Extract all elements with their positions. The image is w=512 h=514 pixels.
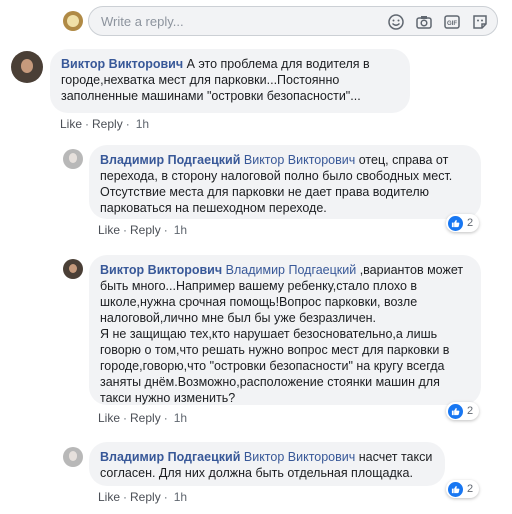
comment-bubble: Владимир Подгаецкий Виктор Викторович от… [89, 145, 481, 219]
thumbs-up-icon [448, 403, 463, 419]
comment-author[interactable]: Владимир Подгаецкий [100, 450, 240, 464]
avatar[interactable] [63, 259, 83, 279]
reply-link[interactable]: Reply [92, 117, 123, 131]
like-link[interactable]: Like [60, 117, 82, 131]
timestamp[interactable]: 1h [174, 490, 187, 504]
reply-link[interactable]: Reply [130, 490, 161, 504]
mention-link[interactable]: Виктор Викторович [244, 153, 355, 167]
comment-actions: Like · Reply · 1h [60, 117, 150, 131]
timestamp[interactable]: 1h [174, 411, 187, 425]
comment-actions: Like · Reply · 1h [98, 223, 188, 237]
like-link[interactable]: Like [98, 411, 120, 425]
reaction-number: 2 [467, 405, 474, 417]
mention-link[interactable]: Владимир Подгаецкий [226, 263, 357, 277]
like-link[interactable]: Like [98, 223, 120, 237]
sticker-icon[interactable] [471, 13, 489, 31]
camera-icon[interactable] [415, 13, 433, 31]
reaction-count[interactable]: 2 [446, 214, 480, 232]
reaction-number: 2 [467, 483, 474, 495]
comment-bubble: Виктор Викторович А это проблема для вод… [50, 49, 410, 113]
avatar[interactable] [63, 149, 83, 169]
reply-input[interactable]: Write a reply... GIF [88, 6, 498, 36]
comment-bubble: Виктор Викторович Владимир Подгаецкий ,в… [89, 255, 481, 405]
reaction-count[interactable]: 2 [446, 402, 480, 420]
reaction-number: 2 [467, 217, 474, 229]
thumbs-up-icon [448, 481, 463, 497]
avatar[interactable] [11, 51, 43, 83]
comment-actions: Like · Reply · 1h [98, 490, 188, 504]
current-user-avatar [63, 11, 83, 31]
comment-author[interactable]: Виктор Викторович [100, 263, 222, 277]
reply-link[interactable]: Reply [130, 223, 161, 237]
like-link[interactable]: Like [98, 490, 120, 504]
reply-link[interactable]: Reply [130, 411, 161, 425]
thumbs-up-icon [448, 215, 463, 231]
comment-author[interactable]: Виктор Викторович [61, 57, 183, 71]
emoji-icon[interactable] [387, 13, 405, 31]
avatar[interactable] [63, 447, 83, 467]
reply-placeholder: Write a reply... [101, 14, 184, 29]
comment-author[interactable]: Владимир Подгаецкий [100, 153, 240, 167]
comment-bubble: Владимир Подгаецкий Виктор Викторович на… [89, 442, 445, 486]
svg-text:GIF: GIF [447, 21, 457, 27]
comment-text-paragraph: Я не защищаю тех,кто нарушает безосноват… [100, 327, 450, 405]
mention-link[interactable]: Виктор Викторович [244, 450, 355, 464]
timestamp[interactable]: 1h [174, 223, 187, 237]
timestamp[interactable]: 1h [136, 117, 149, 131]
reaction-count[interactable]: 2 [446, 480, 480, 498]
comment-actions: Like · Reply · 1h [98, 411, 188, 425]
gif-icon[interactable]: GIF [443, 13, 461, 31]
